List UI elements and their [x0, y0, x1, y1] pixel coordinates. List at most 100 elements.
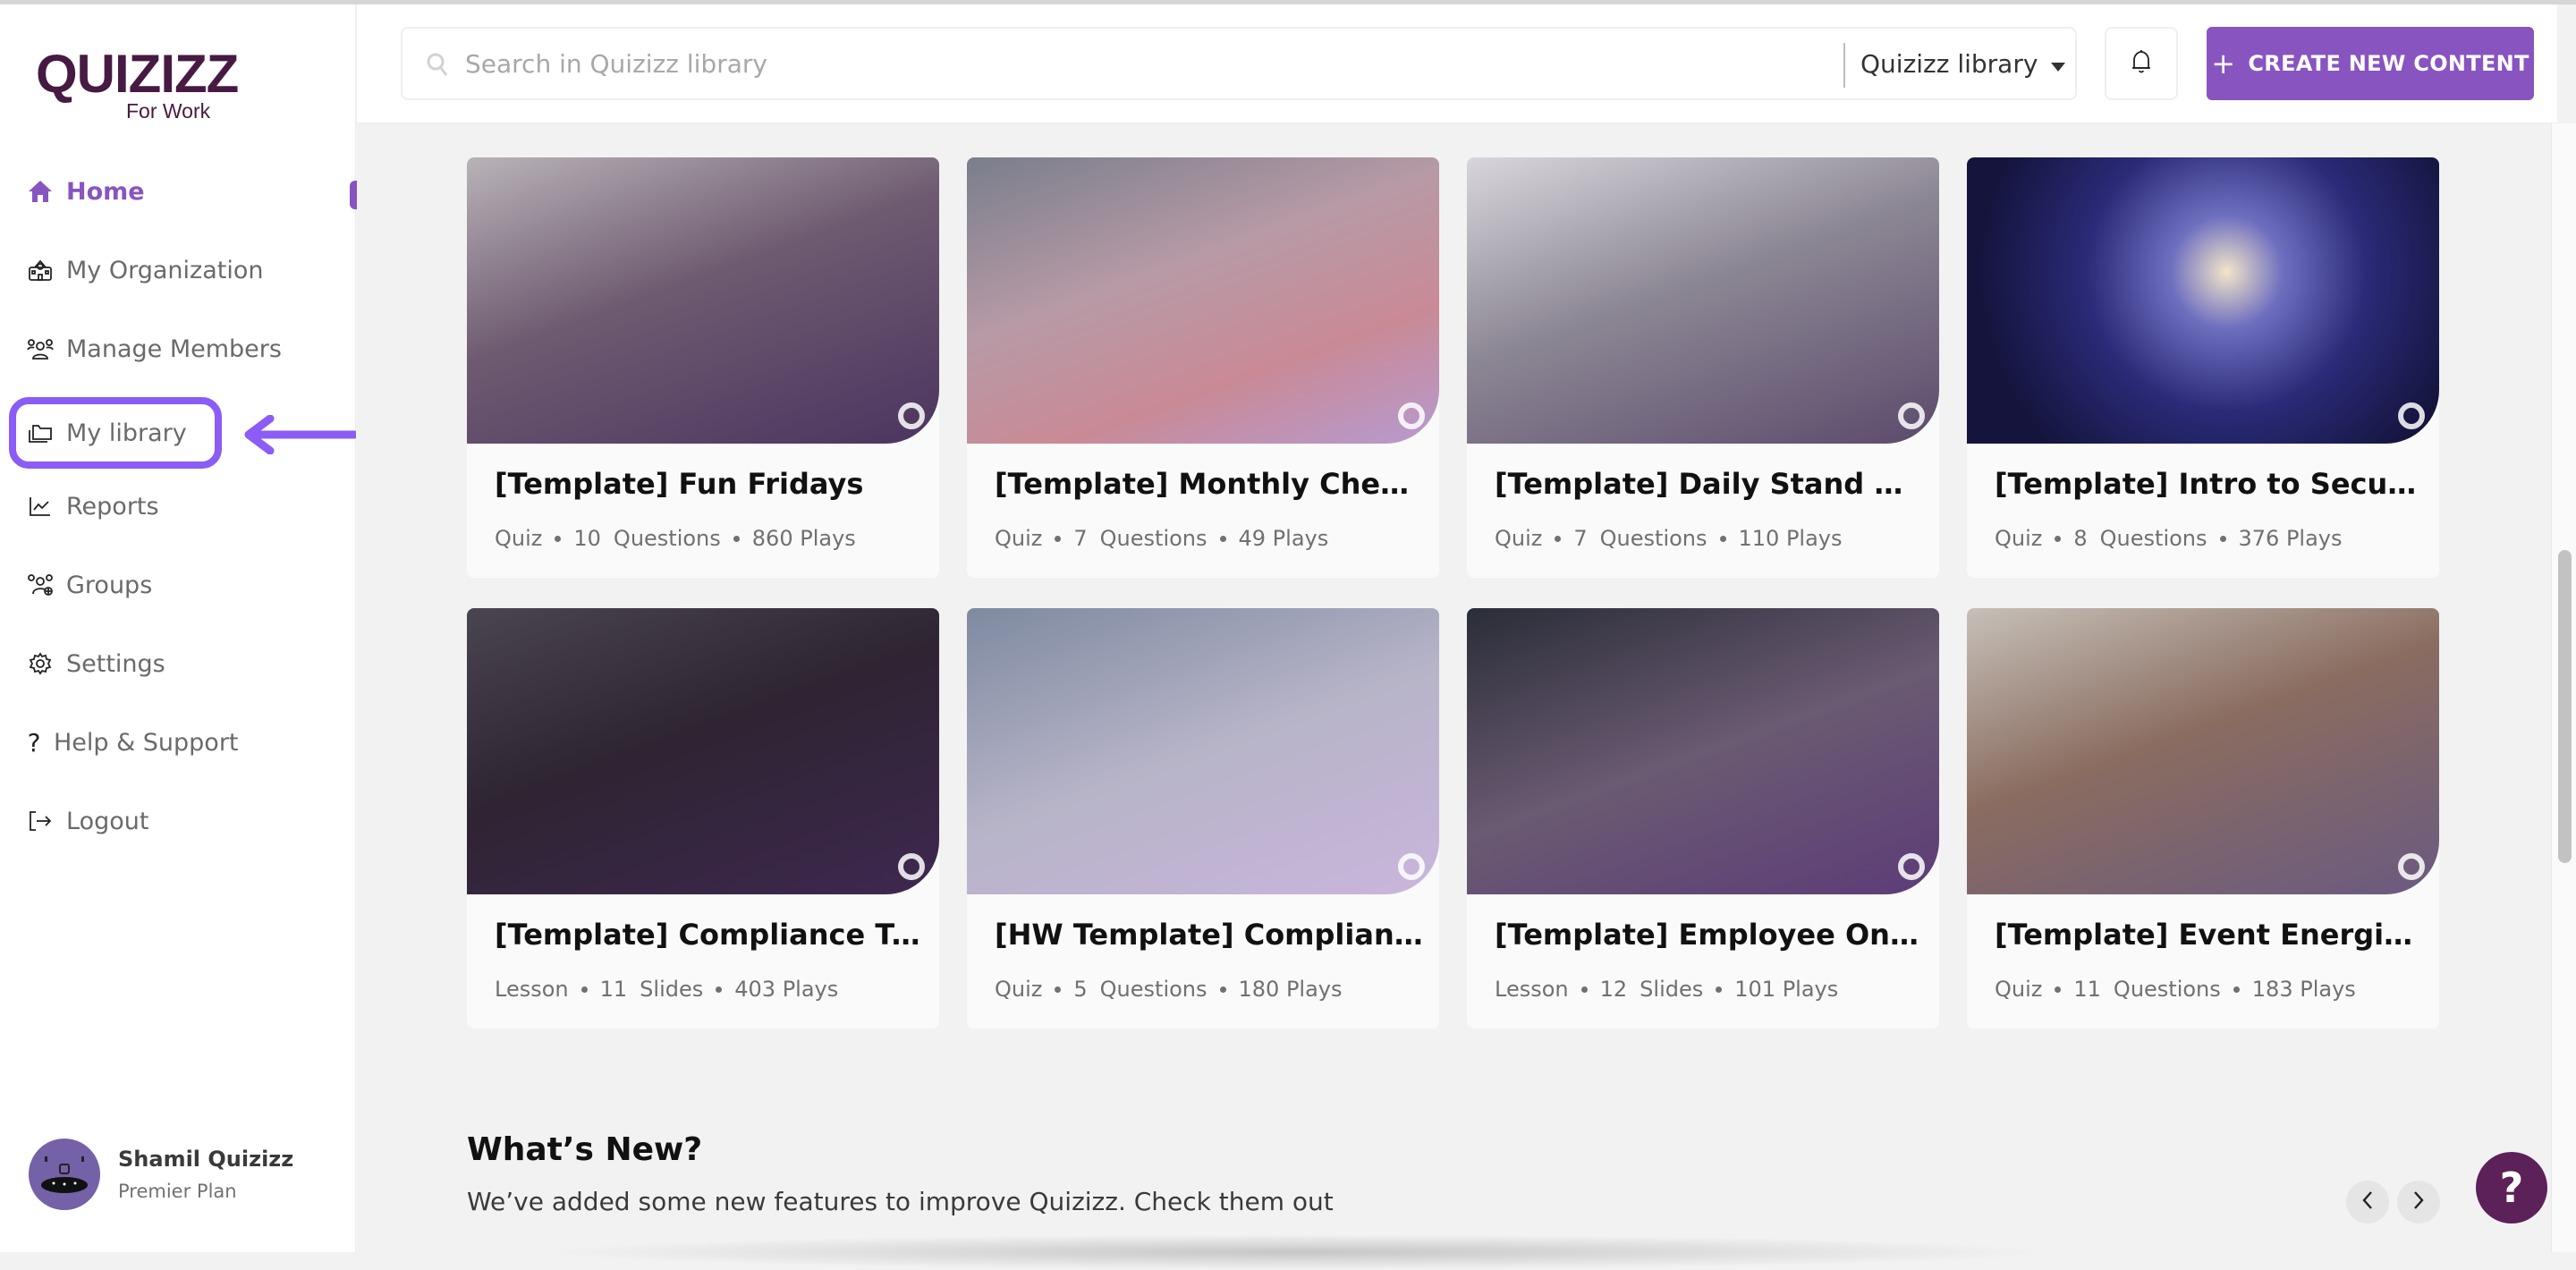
sidebar-item-label: Home: [66, 177, 145, 206]
avatar: [29, 1139, 100, 1210]
card-meta: Quiz 7 Questions 110 Plays: [1495, 526, 1843, 551]
card-unit: Questions: [2099, 526, 2207, 551]
chevron-left-icon: [2361, 1190, 2374, 1214]
search-divider: [1843, 43, 1845, 88]
card-meta: Quiz 11 Questions 183 Plays: [1995, 977, 2356, 1002]
sidebar-item-label: Settings: [66, 649, 165, 678]
sidebar-item-groups[interactable]: Groups: [27, 560, 152, 610]
sidebar-item-label: Reports: [66, 492, 159, 521]
card-meta: Quiz 10 Questions 860 Plays: [495, 526, 856, 551]
quizizz-watermark-icon: [898, 853, 930, 885]
card-title: [Template] Employee Onboa...: [1495, 918, 1924, 952]
sidebar-item-manage-members[interactable]: Manage Members: [27, 324, 282, 374]
card-unit: Questions: [1099, 526, 1208, 551]
quizizz-watermark-icon: [898, 402, 930, 435]
card-count: 11: [2073, 977, 2101, 1002]
template-card[interactable]: [Template] Monthly Check in... Quiz 7 Qu…: [967, 157, 1439, 578]
card-meta: Quiz 8 Questions 376 Plays: [1995, 526, 2343, 551]
top-bar: Quizizz library + CREATE NEW CONTENT: [357, 4, 2557, 123]
question-icon: ?: [27, 727, 41, 758]
card-thumbnail: [467, 157, 939, 444]
quizizz-logo[interactable]: QUIZIZZ For Work: [36, 47, 239, 123]
card-count: 7: [1073, 526, 1088, 551]
card-unit: Questions: [1099, 977, 1208, 1002]
gear-icon: [27, 650, 54, 677]
template-card[interactable]: [Template] Compliance Train... Lesson 11…: [467, 608, 939, 1029]
card-meta: Lesson 11 Slides 403 Plays: [495, 977, 838, 1002]
card-unit: Slides: [640, 977, 704, 1002]
card-unit: Questions: [1599, 526, 1707, 551]
template-card[interactable]: [Template] Intro to Security ... Quiz 8 …: [1967, 157, 2439, 578]
card-count: 10: [573, 526, 601, 551]
card-thumbnail: [1967, 608, 2439, 894]
card-plays: 376 Plays: [2238, 526, 2343, 551]
card-type: Quiz: [1995, 977, 2043, 1002]
template-card[interactable]: [Template] Fun Fridays Quiz 10 Questions…: [467, 157, 939, 578]
template-card[interactable]: [Template] Employee Onboa... Lesson 12 S…: [1467, 608, 1939, 1029]
quizizz-watermark-icon: [2398, 402, 2430, 435]
logo-subtitle: For Work: [126, 99, 211, 123]
active-indicator: [350, 181, 357, 209]
quizizz-watermark-icon: [1398, 402, 1430, 435]
separator-dot: [1219, 986, 1226, 993]
search-input[interactable]: [465, 41, 1628, 86]
create-new-content-button[interactable]: + CREATE NEW CONTENT: [2207, 27, 2534, 100]
card-plays: 180 Plays: [1238, 977, 1343, 1002]
carousel-shadow: [537, 1234, 2057, 1270]
separator-dot: [2055, 986, 2062, 993]
card-unit: Questions: [613, 526, 721, 551]
separator-dot: [580, 986, 588, 993]
annotation-highlight-box: [9, 397, 222, 469]
card-count: 7: [1573, 526, 1588, 551]
separator-dot: [1219, 535, 1226, 542]
card-thumbnail: [1467, 157, 1939, 444]
search-bar: Quizizz library: [401, 27, 2077, 100]
sidebar-item-help-support[interactable]: ? Help & Support: [27, 717, 239, 767]
notifications-button[interactable]: [2105, 27, 2178, 100]
whats-new-subtitle: We’ve added some new features to improve…: [467, 1187, 1334, 1216]
question-mark-icon: ?: [2499, 1164, 2524, 1212]
card-plays: 101 Plays: [1734, 977, 1839, 1002]
carousel-prev-button[interactable]: [2346, 1181, 2389, 1223]
carousel-next-button[interactable]: [2397, 1181, 2440, 1223]
bell-icon: [2131, 48, 2152, 79]
card-type: Quiz: [1995, 526, 2043, 551]
card-title: [Template] Daily Stand Ups: [1495, 467, 1924, 501]
sidebar-item-reports[interactable]: Reports: [27, 481, 159, 531]
help-chat-button[interactable]: ?: [2476, 1152, 2547, 1223]
card-title: [Template] Fun Fridays: [495, 467, 864, 501]
separator-dot: [716, 986, 723, 993]
sidebar-item-home[interactable]: Home: [27, 166, 145, 216]
card-title: [Template] Monthly Check in...: [995, 467, 1424, 501]
separator-dot: [1055, 986, 1062, 993]
card-meta: Quiz 7 Questions 49 Plays: [995, 526, 1328, 551]
user-name: Shamil Quizizz: [118, 1147, 294, 1172]
card-unit: Slides: [1640, 977, 1704, 1002]
template-card[interactable]: [HW Template] Compliance T... Quiz 5 Que…: [967, 608, 1439, 1029]
search-icon: [426, 52, 449, 80]
card-meta: Quiz 5 Questions 180 Plays: [995, 977, 1343, 1002]
sidebar-item-label: Logout: [66, 807, 149, 835]
sidebar-item-label: Manage Members: [66, 334, 282, 363]
chevron-right-icon: [2412, 1190, 2425, 1214]
scrollbar-thumb[interactable]: [2558, 550, 2572, 863]
group-add-icon: [27, 572, 54, 598]
user-profile[interactable]: Shamil Quizizz Premier Plan: [29, 1139, 293, 1210]
template-card[interactable]: [Template] Event Energizer Quiz 11 Quest…: [1967, 608, 2439, 1029]
separator-dot: [2219, 535, 2226, 542]
card-title: [Template] Intro to Security ...: [1995, 467, 2424, 501]
card-thumbnail: [467, 608, 939, 894]
separator-dot: [1719, 535, 1726, 542]
card-type: Lesson: [495, 977, 569, 1002]
sidebar-item-my-organization[interactable]: My Organization: [27, 245, 263, 295]
user-plan: Premier Plan: [118, 1181, 237, 1202]
caret-down-icon: [2050, 49, 2066, 79]
sidebar-item-settings[interactable]: Settings: [27, 639, 165, 689]
sidebar-item-logout[interactable]: Logout: [27, 796, 148, 846]
template-card[interactable]: [Template] Daily Stand Ups Quiz 7 Questi…: [1467, 157, 1939, 578]
card-thumbnail: [1967, 157, 2439, 444]
quizizz-watermark-icon: [1898, 853, 1930, 885]
library-scope-label: Quizizz library: [1860, 48, 2038, 79]
scrollbar[interactable]: [2551, 123, 2576, 1252]
library-scope-dropdown[interactable]: Quizizz library: [1860, 29, 2066, 98]
